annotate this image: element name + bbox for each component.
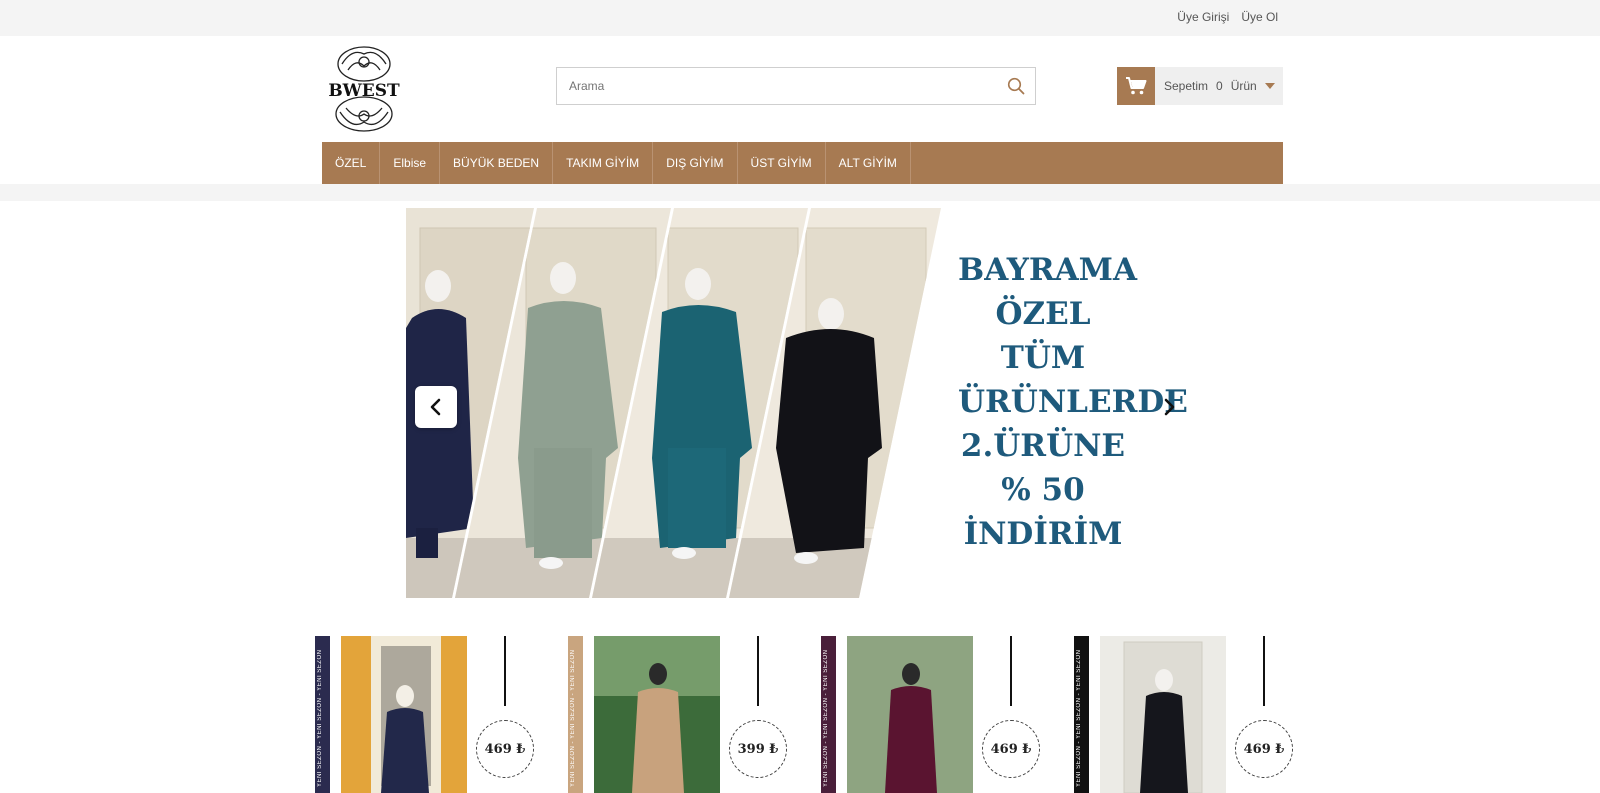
banner-line: ÖZEL (995, 296, 1091, 332)
nav-item-elbise[interactable]: Elbise (380, 142, 441, 184)
nav-item-ozel[interactable]: ÖZEL (322, 142, 381, 184)
season-tag: YENİ SEZON - YENİ SEZON - YENİ SEZON (570, 649, 576, 787)
product-price: 469 ₺ (990, 741, 1032, 757)
chevron-right-icon (1164, 398, 1175, 416)
logo-emblem-icon: BWEST (328, 46, 400, 132)
banner-line: İNDİRİM (963, 516, 1123, 552)
product-card[interactable]: YENİ SEZON - YENİ SEZON - YENİ SEZON 399… (568, 636, 798, 793)
nav-item-ust-giyim[interactable]: ÜST GİYİM (738, 142, 826, 184)
season-tag: YENİ SEZON - YENİ SEZON - YENİ SEZON (317, 649, 323, 787)
nav-item-takim-giyim[interactable]: TAKIM GİYİM (553, 142, 654, 184)
search-input[interactable] (557, 68, 977, 104)
tag-string (504, 636, 506, 706)
chevron-down-icon[interactable] (1265, 83, 1275, 89)
cart-icon (1126, 77, 1147, 95)
product-image (341, 636, 467, 793)
season-bar: YENİ SEZON - YENİ SEZON - YENİ SEZON (1074, 636, 1089, 793)
banner-line: TÜM (1000, 340, 1086, 376)
logo-text: BWEST (328, 81, 400, 101)
slider-next-button[interactable] (1156, 394, 1182, 420)
price-badge: 469 ₺ (1235, 720, 1293, 778)
season-bar: YENİ SEZON - YENİ SEZON - YENİ SEZON (821, 636, 836, 793)
product-price: 469 ₺ (1243, 741, 1285, 757)
tag-string (1010, 636, 1012, 706)
login-link[interactable]: Üye Girişi (1177, 10, 1229, 24)
product-image (847, 636, 973, 793)
banner-line: BAYRAMA (958, 252, 1138, 288)
price-badge: 469 ₺ (982, 720, 1040, 778)
cart-icon-box (1117, 67, 1155, 105)
product-image (594, 636, 720, 793)
top-bar: Üye Girişi Üye Ol (0, 0, 1600, 36)
product-outfit (381, 708, 429, 793)
season-tag: YENİ SEZON - YENİ SEZON - YENİ SEZON (1076, 649, 1082, 787)
product-image (1100, 636, 1226, 793)
product-card[interactable]: YENİ SEZON - YENİ SEZON - YENİ SEZON 469… (1074, 636, 1304, 793)
site-logo[interactable]: BWEST (322, 44, 406, 134)
search-icon[interactable] (1007, 77, 1025, 95)
product-price: 469 ₺ (484, 741, 526, 757)
season-bar: YENİ SEZON - YENİ SEZON - YENİ SEZON (568, 636, 583, 793)
banner-models-image (406, 208, 941, 598)
cart-label: Sepetim (1164, 79, 1209, 93)
product-card[interactable]: YENİ SEZON - YENİ SEZON - YENİ SEZON 469… (821, 636, 1051, 793)
tag-string (1263, 636, 1265, 706)
cart-unit: Ürün (1230, 79, 1257, 93)
product-outfit (885, 686, 937, 793)
tag-string (757, 636, 759, 706)
banner-line: % 50 (1001, 472, 1085, 508)
product-outfit (1140, 692, 1188, 793)
cart-count: 0 (1216, 79, 1223, 93)
product-price: 399 ₺ (737, 741, 779, 757)
divider-strip (0, 184, 1600, 201)
banner-line: 2.ÜRÜNE (960, 428, 1126, 464)
season-tag: YENİ SEZON - YENİ SEZON - YENİ SEZON (823, 649, 829, 787)
nav-item-alt-giyim[interactable]: ALT GİYİM (826, 142, 911, 184)
nav-item-dis-giyim[interactable]: DIŞ GİYİM (653, 142, 738, 184)
nav-item-buyuk-beden[interactable]: BÜYÜK BEDEN (440, 142, 554, 184)
product-list: YENİ SEZON - YENİ SEZON - YENİ SEZON 469… (315, 636, 1305, 793)
product-outfit (632, 688, 684, 793)
banner-line: ÜRÜNLERDE (958, 384, 1188, 420)
search-box (556, 67, 1036, 105)
account-links: Üye Girişi Üye Ol (1177, 10, 1278, 24)
banner-headline: BAYRAMA ÖZEL TÜM ÜRÜNLERDE 2.ÜRÜNE % 50 … (958, 248, 1188, 556)
main-nav: ÖZEL Elbise BÜYÜK BEDEN TAKIM GİYİM DIŞ … (322, 142, 1283, 184)
hero-slider[interactable]: BAYRAMA ÖZEL TÜM ÜRÜNLERDE 2.ÜRÜNE % 50 … (406, 208, 1194, 598)
register-link[interactable]: Üye Ol (1241, 10, 1278, 24)
cart-dropdown[interactable]: Sepetim 0 Ürün (1117, 67, 1283, 105)
chevron-left-icon (430, 398, 441, 416)
price-badge: 469 ₺ (476, 720, 534, 778)
season-bar: YENİ SEZON - YENİ SEZON - YENİ SEZON (315, 636, 330, 793)
price-badge: 399 ₺ (729, 720, 787, 778)
product-card[interactable]: YENİ SEZON - YENİ SEZON - YENİ SEZON 469… (315, 636, 545, 793)
cart-summary: Sepetim 0 Ürün (1164, 79, 1257, 93)
slider-prev-button[interactable] (415, 386, 457, 428)
